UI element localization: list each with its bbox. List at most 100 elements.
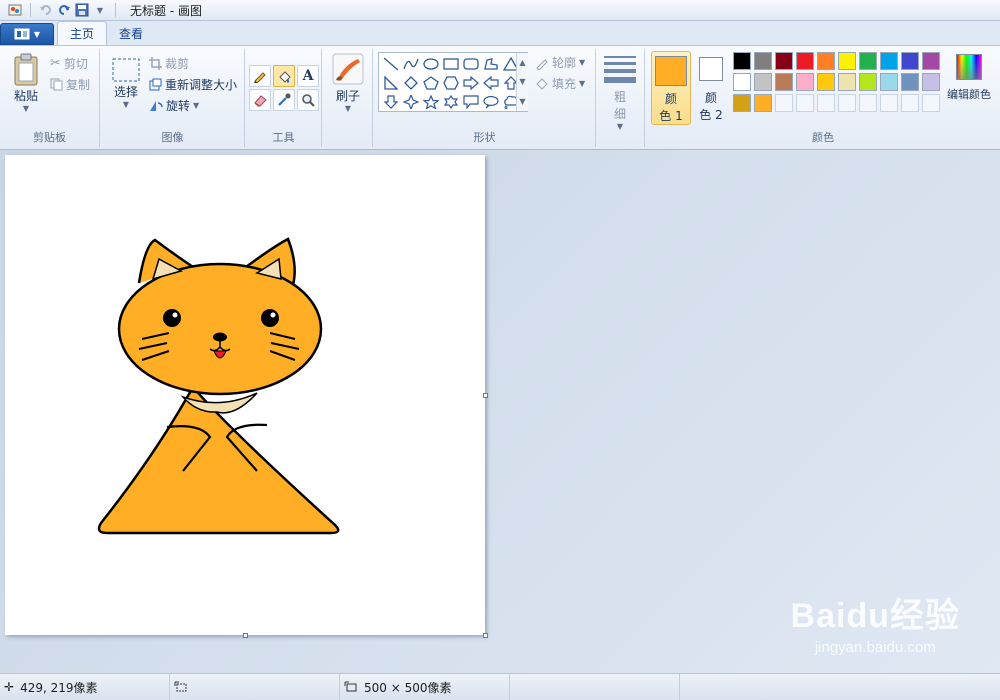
rotate-dropdown-icon[interactable]: ▼ — [193, 101, 199, 110]
title-bar: ▼ 无标题 - 画图 — [0, 0, 1000, 21]
tab-home[interactable]: 主页 — [57, 21, 108, 45]
palette-swatch[interactable] — [859, 52, 877, 70]
palette-swatch[interactable] — [796, 73, 814, 91]
drawing-canvas[interactable] — [5, 155, 485, 635]
tab-view[interactable]: 查看 — [107, 21, 155, 45]
palette-swatch[interactable] — [838, 52, 856, 70]
down-arrow-shape-icon[interactable] — [381, 92, 401, 111]
text-tool-icon[interactable]: A — [297, 65, 319, 87]
palette-swatch[interactable] — [754, 52, 772, 70]
edit-colors-button[interactable]: 编辑颜色 — [944, 54, 994, 102]
pencil-tool-icon[interactable] — [249, 65, 271, 87]
copy-button[interactable]: 复制 — [50, 76, 90, 93]
hexagon-shape-icon[interactable] — [441, 73, 461, 92]
right-triangle-shape-icon[interactable] — [381, 73, 401, 92]
palette-empty-slot[interactable] — [859, 94, 877, 112]
outline-button[interactable]: 轮廓 ▼ — [535, 54, 585, 71]
line-shape-icon[interactable] — [381, 54, 401, 73]
scroll-more-icon[interactable]: ▼ — [519, 97, 525, 106]
resize-handle-right[interactable] — [483, 393, 488, 398]
pentagon-shape-icon[interactable] — [421, 73, 441, 92]
undo-disabled-icon[interactable] — [37, 1, 55, 19]
palette-swatch[interactable] — [817, 73, 835, 91]
scroll-up-icon[interactable]: ▲ — [519, 58, 525, 67]
rectangle-shape-icon[interactable] — [441, 54, 461, 73]
palette-swatch[interactable] — [838, 73, 856, 91]
palette-empty-slot[interactable] — [838, 94, 856, 112]
palette-swatch[interactable] — [733, 52, 751, 70]
rounded-rectangle-shape-icon[interactable] — [461, 54, 481, 73]
resize-handle-corner[interactable] — [483, 633, 488, 638]
brushes-button[interactable]: 刷子 ▼ — [330, 53, 366, 113]
magnifier-tool-icon[interactable] — [297, 89, 319, 111]
diamond-shape-icon[interactable] — [401, 73, 421, 92]
cut-button[interactable]: ✂ 剪切 — [50, 55, 88, 72]
palette-swatch[interactable] — [817, 52, 835, 70]
palette-empty-slot[interactable] — [880, 94, 898, 112]
palette-swatch[interactable] — [796, 52, 814, 70]
fill-button[interactable]: 填充 ▼ — [535, 75, 585, 92]
palette-empty-slot[interactable] — [775, 94, 793, 112]
crop-icon — [149, 57, 162, 70]
brushes-dropdown-icon[interactable]: ▼ — [345, 104, 351, 113]
palette-swatch[interactable] — [880, 73, 898, 91]
palette-swatch[interactable] — [859, 73, 877, 91]
size-label-2: 细 — [613, 107, 626, 121]
curve-shape-icon[interactable] — [401, 54, 421, 73]
left-arrow-shape-icon[interactable] — [481, 73, 501, 92]
app-menu-icon — [14, 28, 30, 40]
fill-bucket-tool-icon[interactable] — [273, 65, 295, 87]
quick-access-toolbar: ▼ — [0, 0, 122, 21]
app-menu-button[interactable]: ▼ — [0, 23, 54, 45]
palette-swatch[interactable] — [922, 73, 940, 91]
size-lines-icon[interactable] — [604, 56, 636, 87]
size-button[interactable]: 粗 细 ▼ — [608, 88, 632, 131]
palette-swatch[interactable] — [733, 73, 751, 91]
five-point-star-shape-icon[interactable] — [421, 92, 441, 111]
save-icon[interactable] — [73, 1, 91, 19]
resize-button[interactable]: 重新调整大小 — [149, 76, 237, 93]
palette-swatch[interactable] — [754, 73, 772, 91]
resize-handle-bottom[interactable] — [243, 633, 248, 638]
color1-button[interactable]: 颜 色 1 — [651, 51, 691, 125]
color-picker-tool-icon[interactable] — [273, 89, 295, 111]
palette-empty-slot[interactable] — [922, 94, 940, 112]
edit-colors-icon — [956, 54, 982, 80]
color2-button[interactable]: 颜 色 2 — [691, 51, 731, 125]
palette-empty-slot[interactable] — [817, 94, 835, 112]
palette-swatch[interactable] — [901, 52, 919, 70]
customize-qat-icon[interactable]: ▼ — [91, 1, 109, 19]
right-arrow-shape-icon[interactable] — [461, 73, 481, 92]
palette-swatch[interactable] — [775, 52, 793, 70]
oval-shape-icon[interactable] — [421, 54, 441, 73]
palette-swatch[interactable] — [922, 52, 940, 70]
palette-swatch[interactable] — [754, 94, 772, 112]
eraser-tool-icon[interactable] — [249, 89, 271, 111]
select-button[interactable]: 选择 ▼ — [109, 57, 143, 109]
paste-dropdown-icon[interactable]: ▼ — [23, 104, 29, 113]
scroll-down-icon[interactable]: ▼ — [519, 77, 525, 86]
palette-empty-slot[interactable] — [901, 94, 919, 112]
rotate-label: 旋转 — [166, 99, 191, 113]
paste-button[interactable]: 粘贴 ▼ — [8, 53, 44, 113]
palette-swatch[interactable] — [880, 52, 898, 70]
redo-icon[interactable] — [55, 1, 73, 19]
oval-callout-shape-icon[interactable] — [481, 92, 501, 111]
rect-callout-shape-icon[interactable] — [461, 92, 481, 111]
rotate-button[interactable]: 旋转 ▼ — [149, 97, 199, 114]
palette-swatch[interactable] — [733, 94, 751, 112]
outline-label: 轮廓 — [552, 56, 577, 70]
crop-button[interactable]: 裁剪 — [149, 55, 189, 72]
palette-empty-slot[interactable] — [796, 94, 814, 112]
polygon-shape-icon[interactable] — [481, 54, 501, 73]
four-point-star-shape-icon[interactable] — [401, 92, 421, 111]
paste-icon — [14, 53, 38, 86]
shapes-scrollbar[interactable]: ▲ ▼ ▼ — [516, 53, 528, 111]
palette-swatch[interactable] — [775, 73, 793, 91]
six-point-star-shape-icon[interactable] — [441, 92, 461, 111]
palette-swatch[interactable] — [901, 73, 919, 91]
outline-dropdown-icon[interactable]: ▼ — [579, 58, 585, 67]
fill-bucket-icon — [536, 77, 548, 90]
fill-dropdown-icon[interactable]: ▼ — [579, 79, 585, 88]
select-dropdown-icon[interactable]: ▼ — [123, 100, 129, 109]
